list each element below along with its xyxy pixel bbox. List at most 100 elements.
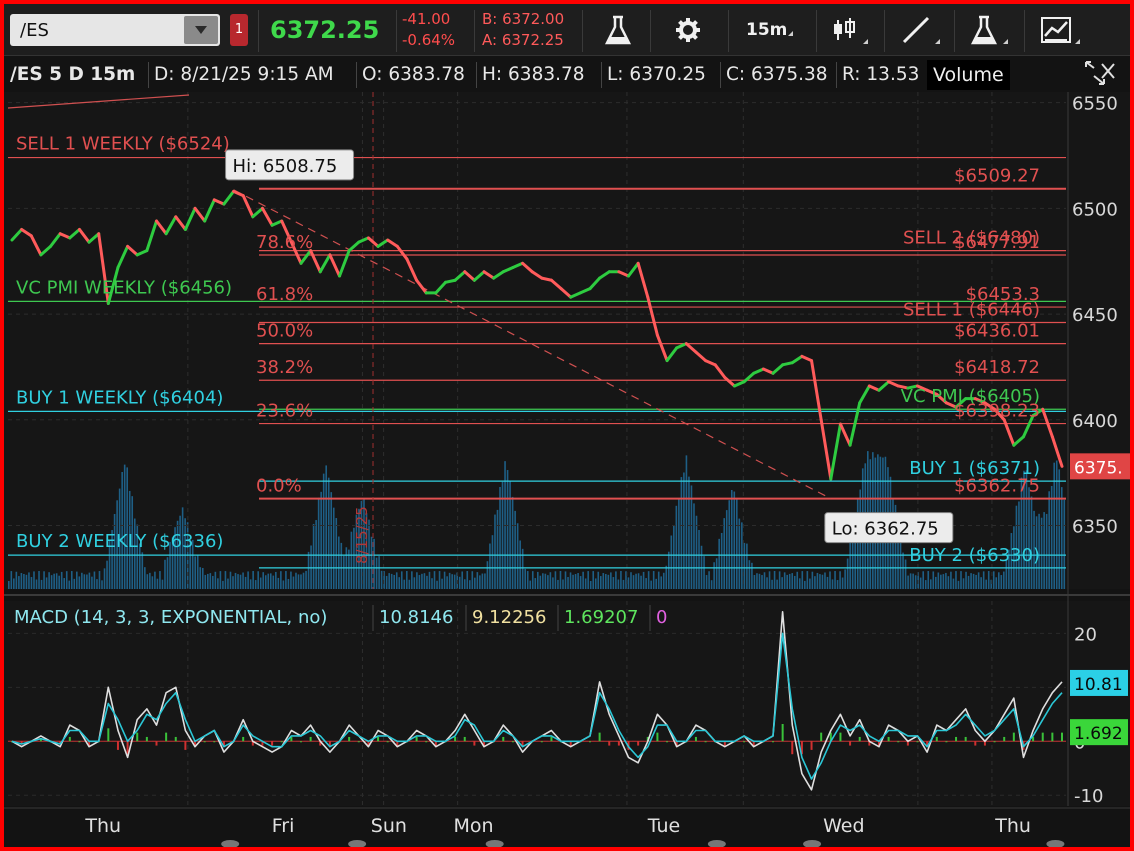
macd-histogram-bar — [955, 736, 958, 742]
volume-bar — [468, 580, 471, 589]
volume-bar — [317, 497, 320, 589]
volume-bar — [393, 574, 396, 589]
volume-bar — [746, 543, 748, 589]
volume-bar — [227, 578, 229, 589]
volume-bar — [43, 571, 45, 589]
event-marker — [485, 840, 504, 847]
volume-bar — [599, 576, 602, 589]
macd-histogram-bar — [617, 741, 620, 746]
price-tick-label: 6400 — [1072, 411, 1118, 432]
volume-bar — [610, 572, 612, 589]
volume-bar — [718, 538, 720, 589]
volume-bar — [524, 568, 527, 589]
volume-bar — [736, 499, 738, 589]
volume-bar — [411, 571, 413, 589]
volume-bar — [945, 572, 947, 589]
volume-bar — [811, 571, 814, 589]
volume-bar — [698, 529, 700, 589]
volume-bar — [398, 577, 401, 589]
volume-bar — [403, 579, 406, 589]
volume-bar — [166, 557, 169, 589]
volume-bar — [821, 574, 824, 589]
fib-level-label: 23.6% — [256, 401, 313, 422]
volume-bar — [519, 540, 521, 589]
volume-bar — [723, 518, 726, 589]
volume-bar — [438, 571, 441, 589]
macd-histogram-bar — [820, 732, 823, 742]
macd-axis-tag-label: 10.81 — [1074, 675, 1123, 695]
volume-bar — [13, 578, 15, 589]
volume-bar — [476, 572, 479, 589]
volume-bar — [526, 571, 529, 589]
volume-bar — [632, 575, 635, 589]
volume-bar — [214, 571, 217, 589]
volume-bar — [262, 572, 265, 589]
volume-bar — [53, 573, 55, 589]
volume-bar — [539, 575, 542, 589]
volume-bar — [756, 573, 758, 589]
volume-bar — [322, 473, 325, 589]
volume-bar — [375, 557, 378, 589]
volume-bar — [952, 578, 955, 589]
macd-histogram-bar — [964, 736, 967, 742]
volume-bar — [763, 572, 766, 589]
volume-bar — [280, 571, 282, 589]
macd-histogram-bar — [945, 741, 948, 743]
level-price-label: $6418.72 — [954, 357, 1040, 378]
level-price-label: $6509.27 — [954, 166, 1040, 187]
volume-bar — [101, 580, 103, 589]
volume-bar — [965, 571, 967, 589]
volume-bar — [380, 570, 383, 589]
volume-bar — [20, 573, 23, 589]
macd-histogram-bar — [598, 732, 601, 742]
volume-bar — [713, 562, 715, 589]
volume-bar — [584, 578, 587, 589]
volume-bar — [33, 571, 35, 589]
volume-bar — [282, 580, 285, 589]
volume-bar — [783, 572, 786, 589]
volume-bar — [816, 572, 819, 589]
level-price-label: $6362.75 — [954, 476, 1040, 497]
volume-bar — [957, 580, 960, 589]
volume-bar — [947, 576, 950, 589]
volume-bar — [620, 571, 622, 589]
volume-bar — [25, 574, 28, 589]
volume-bar — [159, 571, 161, 589]
macd-histogram-bar — [502, 736, 505, 742]
volume-bar — [28, 572, 30, 589]
volume-bar — [194, 556, 197, 589]
volume-bar — [164, 559, 166, 589]
volume-bar — [479, 575, 481, 589]
macd-histogram-bar — [107, 728, 110, 742]
volume-bar — [730, 490, 733, 589]
volume-bar — [494, 514, 496, 589]
volume-bar — [1000, 575, 1003, 589]
volume-bar — [23, 574, 25, 589]
volume-bar — [786, 574, 788, 589]
volume-bar — [484, 573, 486, 589]
volume-bar — [257, 571, 259, 589]
volume-bar — [594, 578, 597, 589]
volume-bar — [1063, 499, 1066, 589]
volume-bar — [516, 523, 519, 589]
macd-histogram-bar — [271, 741, 274, 746]
volume-bar — [534, 578, 537, 589]
volume-bar — [287, 578, 290, 589]
volume-bar — [463, 579, 466, 589]
volume-bar — [796, 571, 799, 589]
macd-histogram-bar — [280, 741, 283, 743]
volume-bar — [295, 572, 297, 589]
volume-bar — [466, 571, 469, 589]
macd-legend-value: 1.69207 — [564, 607, 638, 628]
macd-histogram-bar — [656, 732, 659, 742]
chart-canvas[interactable]: SELL 1 WEEKLY ($6524) VC PMI WEEKLY ($645… — [4, 4, 1130, 847]
volume-bar — [569, 572, 572, 589]
price-tick-label: 6350 — [1072, 517, 1118, 538]
price-panel — [4, 92, 1130, 809]
fib-level-label: 50.0% — [256, 321, 313, 342]
volume-bar — [58, 575, 60, 589]
volume-bar — [559, 571, 562, 589]
volume-bar — [695, 515, 698, 589]
volume-bar — [489, 543, 491, 589]
macd-histogram-bar — [174, 736, 177, 742]
